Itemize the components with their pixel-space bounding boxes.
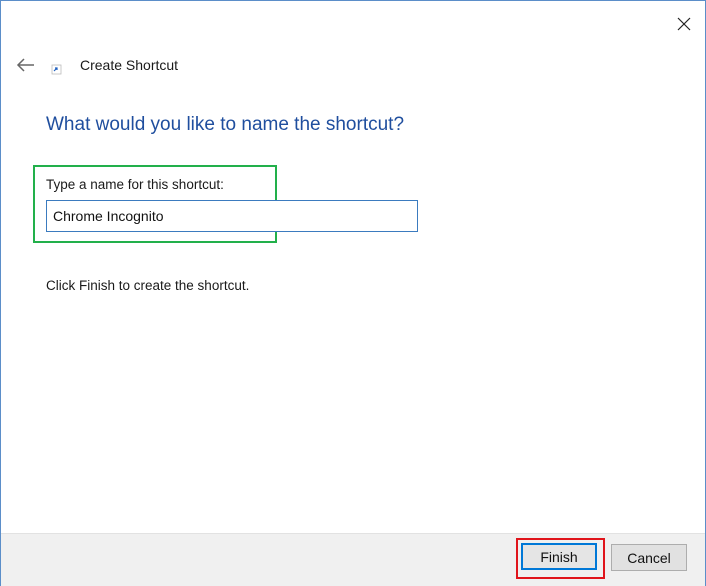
finish-button[interactable]: Finish — [521, 543, 597, 570]
shortcut-name-input[interactable] — [46, 200, 418, 232]
back-arrow-icon — [16, 58, 34, 72]
instruction-text: Click Finish to create the shortcut. — [46, 278, 250, 293]
close-icon — [677, 17, 691, 31]
wizard-title: Create Shortcut — [80, 57, 179, 73]
name-field-label: Type a name for this shortcut: — [46, 177, 224, 192]
back-button[interactable] — [15, 56, 37, 74]
cancel-button[interactable]: Cancel — [611, 544, 687, 571]
page-heading: What would you like to name the shortcut… — [46, 114, 405, 135]
create-shortcut-dialog: Create Shortcut What would you like to n… — [0, 0, 706, 586]
close-button[interactable] — [673, 13, 695, 35]
shortcut-icon — [51, 62, 63, 75]
